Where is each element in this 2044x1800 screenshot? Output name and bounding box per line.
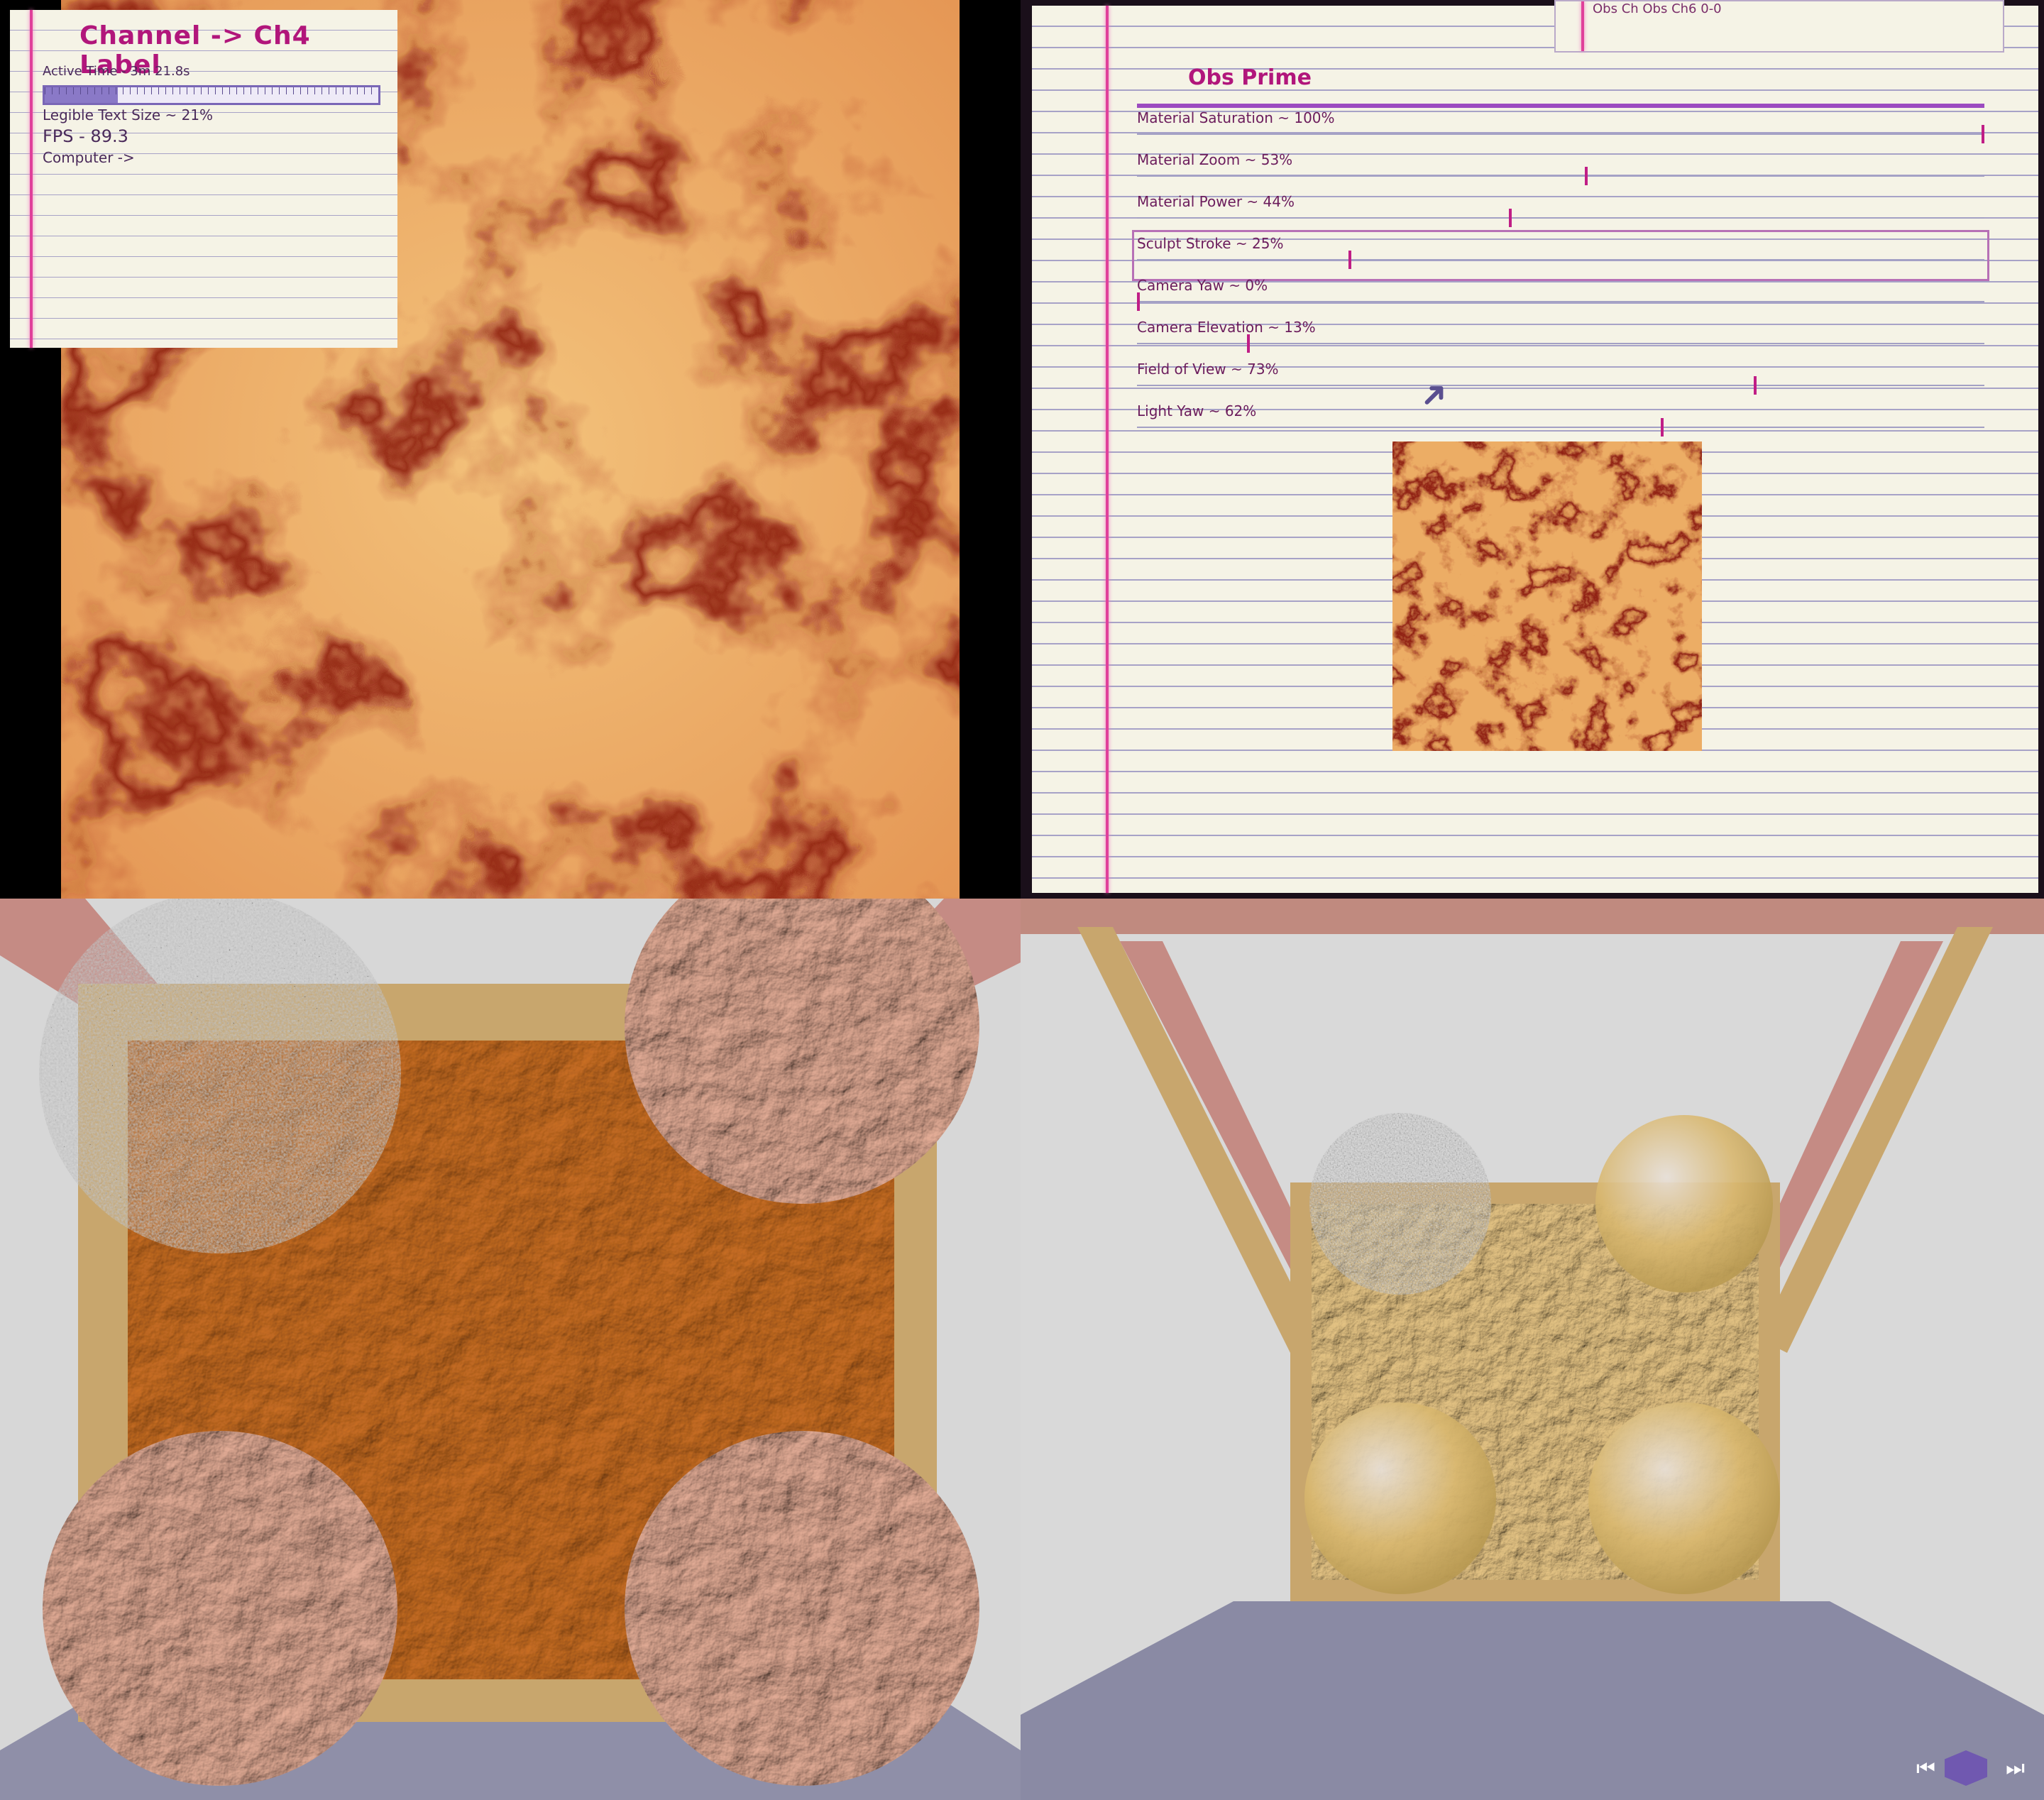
slider-camera-elevation[interactable]: Camera Elevation ~ 13% bbox=[1137, 319, 1984, 360]
slider-label: Camera Yaw ~ 0% bbox=[1137, 277, 1268, 294]
slider-field-of-view[interactable]: Field of View ~ 73% bbox=[1137, 361, 1984, 402]
slider-knob[interactable] bbox=[1348, 251, 1351, 269]
slider-material-power[interactable]: Material Power ~ 44% bbox=[1137, 193, 1984, 234]
slider-material-zoom[interactable]: Material Zoom ~ 53% bbox=[1137, 151, 1984, 192]
slider-knob[interactable] bbox=[1246, 334, 1250, 353]
render-view-wide: ⏮ ⏭ bbox=[1021, 899, 2044, 1800]
slider-track bbox=[1137, 385, 1984, 386]
slider-label: Material Zoom ~ 53% bbox=[1137, 151, 1293, 168]
settings-view: Obs Ch Obs Ch6 0-0 Obs Prime Material Sa… bbox=[1021, 0, 2044, 899]
computer-link[interactable]: Computer -> bbox=[43, 149, 135, 166]
slider-track bbox=[1137, 343, 1984, 344]
settings-panel: Obs Ch Obs Ch6 0-0 Obs Prime Material Sa… bbox=[1032, 0, 2038, 893]
slider-knob[interactable] bbox=[1982, 125, 1984, 143]
slider-track bbox=[1137, 175, 1984, 177]
heading-rule bbox=[1137, 104, 1984, 108]
slider-knob[interactable] bbox=[1508, 209, 1512, 227]
slider-track bbox=[1137, 259, 1984, 260]
info-overlay: Channel -> Ch4 Label Active Time - 3m 21… bbox=[10, 10, 397, 348]
time-ruler[interactable] bbox=[43, 85, 380, 105]
legible-text-size-label: Legible Text Size ~ 21% bbox=[43, 106, 214, 124]
slider-knob[interactable] bbox=[1660, 418, 1664, 437]
texture-view: Channel -> Ch4 Label Active Time - 3m 21… bbox=[0, 0, 1021, 899]
render-wide-scene bbox=[1021, 899, 2044, 1800]
slider-label: Field of View ~ 73% bbox=[1137, 361, 1279, 378]
fps-label: FPS - 89.3 bbox=[43, 126, 128, 146]
slider-track bbox=[1137, 301, 1984, 302]
slider-track bbox=[1137, 217, 1984, 219]
skip-forward-icon[interactable]: ⏭ bbox=[2006, 1756, 2025, 1781]
slider-label: Light Yaw ~ 62% bbox=[1137, 402, 1257, 419]
skip-back-icon[interactable]: ⏮ bbox=[1916, 1756, 1935, 1781]
slider-label: Material Saturation ~ 100% bbox=[1137, 109, 1335, 126]
tab-margin-line bbox=[1581, 1, 1584, 51]
slider-label: Material Power ~ 44% bbox=[1137, 193, 1295, 210]
slider-knob[interactable] bbox=[1137, 292, 1140, 311]
channel-tab-label: Obs Ch Obs Ch6 0-0 bbox=[1593, 1, 1722, 16]
slider-track bbox=[1137, 427, 1984, 428]
channel-tab[interactable]: Obs Ch Obs Ch6 0-0 bbox=[1554, 0, 2004, 53]
slider-knob[interactable] bbox=[1584, 167, 1588, 185]
slider-knob[interactable] bbox=[1753, 376, 1757, 395]
slider-camera-yaw[interactable]: Camera Yaw ~ 0% bbox=[1137, 277, 1984, 318]
render-view-closeup bbox=[0, 899, 1021, 1800]
slider-material-saturation[interactable]: Material Saturation ~ 100% bbox=[1137, 109, 1984, 150]
slider-label: Camera Elevation ~ 13% bbox=[1137, 319, 1316, 336]
slider-label: Sculpt Stroke ~ 25% bbox=[1137, 235, 1284, 252]
render-closeup-scene bbox=[0, 899, 1021, 1800]
texture-preview bbox=[1392, 441, 1702, 751]
active-time-label: Active Time - 3m 21.8s bbox=[43, 64, 190, 79]
margin-line bbox=[1106, 6, 1109, 893]
slider-light-yaw[interactable]: Light Yaw ~ 62% bbox=[1137, 402, 1984, 444]
slider-track bbox=[1137, 133, 1984, 135]
ruler-ticks bbox=[45, 87, 378, 94]
slider-sculpt-stroke[interactable]: Sculpt Stroke ~ 25% bbox=[1132, 230, 1989, 281]
panel-heading: Obs Prime bbox=[1188, 65, 1312, 90]
margin-line bbox=[30, 10, 33, 348]
